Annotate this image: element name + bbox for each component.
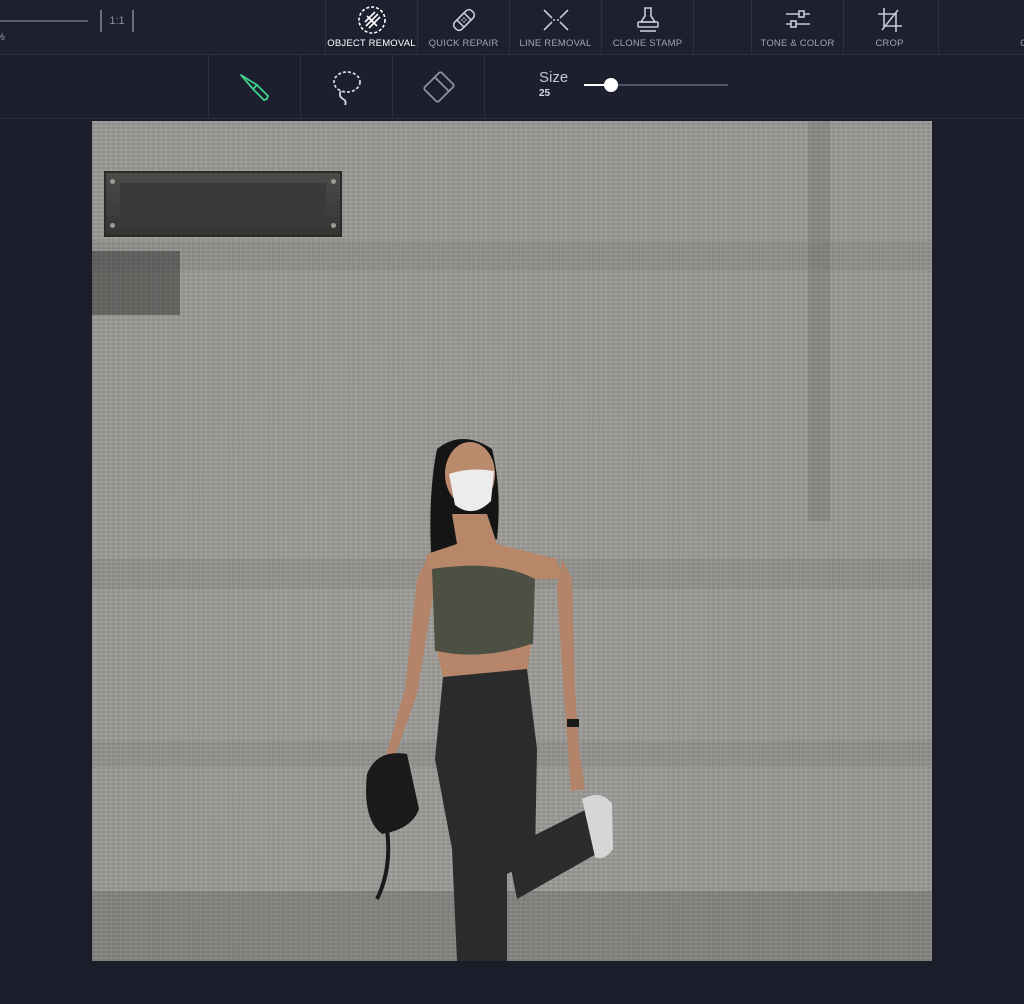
lasso-icon <box>332 70 361 105</box>
zoom-controls: % 1:1 <box>0 0 326 54</box>
tab-tone-color[interactable]: TONE & COLOR <box>751 0 843 54</box>
line-removal-icon <box>542 9 569 31</box>
tool-tabs: OBJECT REMOVAL QUICK REPAIR LINE REMOVAL <box>325 0 935 54</box>
tab-label: CLONE STAMP <box>612 38 683 49</box>
actual-size-button[interactable]: 1:1 <box>100 10 134 32</box>
tab-label: OBJECT REMOVAL <box>327 38 416 49</box>
bottom-area <box>0 962 1024 1004</box>
sign-bolt <box>331 223 336 228</box>
tab-label: QUICK REPAIR <box>428 38 499 49</box>
size-value: 25 <box>539 88 551 99</box>
tab-cut-off[interactable]: C <box>938 0 1024 54</box>
sign-bolt <box>331 179 336 184</box>
tab-crop[interactable]: CROP <box>843 0 935 54</box>
crop-icon <box>877 8 902 32</box>
tab-object-removal[interactable]: OBJECT REMOVAL <box>325 0 417 54</box>
wall-band <box>92 241 932 271</box>
brush-tool-button[interactable] <box>208 55 300 118</box>
eraser-tool-button[interactable] <box>392 55 484 118</box>
slider-thumb[interactable] <box>604 78 619 92</box>
lasso-tool-button[interactable] <box>300 55 392 118</box>
zoom-slider[interactable] <box>0 20 88 22</box>
eraser-icon <box>422 70 455 103</box>
tab-quick-repair[interactable]: QUICK REPAIR <box>417 0 509 54</box>
tab-label: CROP <box>875 38 904 49</box>
divider <box>484 55 485 118</box>
object-removal-icon <box>357 6 386 34</box>
top-toolbar: % 1:1 OBJECT REMOVAL QUICK REPAIR <box>0 0 1024 55</box>
tab-clone-stamp[interactable]: CLONE STAMP <box>601 0 693 54</box>
wall-shadow <box>92 251 180 315</box>
tab-label: TONE & COLOR <box>760 38 835 49</box>
tab-label: C <box>1020 38 1024 49</box>
stamp-icon <box>636 7 659 32</box>
zoom-percent: % <box>0 32 5 43</box>
sign-bolt <box>110 223 115 228</box>
photo-canvas[interactable] <box>92 121 932 961</box>
brush-options-bar: Size 25 <box>0 55 1024 119</box>
sign-plate <box>120 183 326 227</box>
size-label: Size <box>539 69 569 86</box>
bandage-icon <box>452 8 475 32</box>
brush-size-slider[interactable] <box>584 78 728 92</box>
sliders-icon <box>785 10 810 28</box>
brush-icon <box>239 73 269 101</box>
toolbar-spacer <box>693 0 751 54</box>
sign-bolt <box>110 179 115 184</box>
tab-line-removal[interactable]: LINE REMOVAL <box>509 0 601 54</box>
wall-sign <box>104 171 342 237</box>
tab-label: LINE REMOVAL <box>519 38 592 49</box>
person-figure <box>366 439 613 961</box>
wall-stain <box>808 121 830 521</box>
